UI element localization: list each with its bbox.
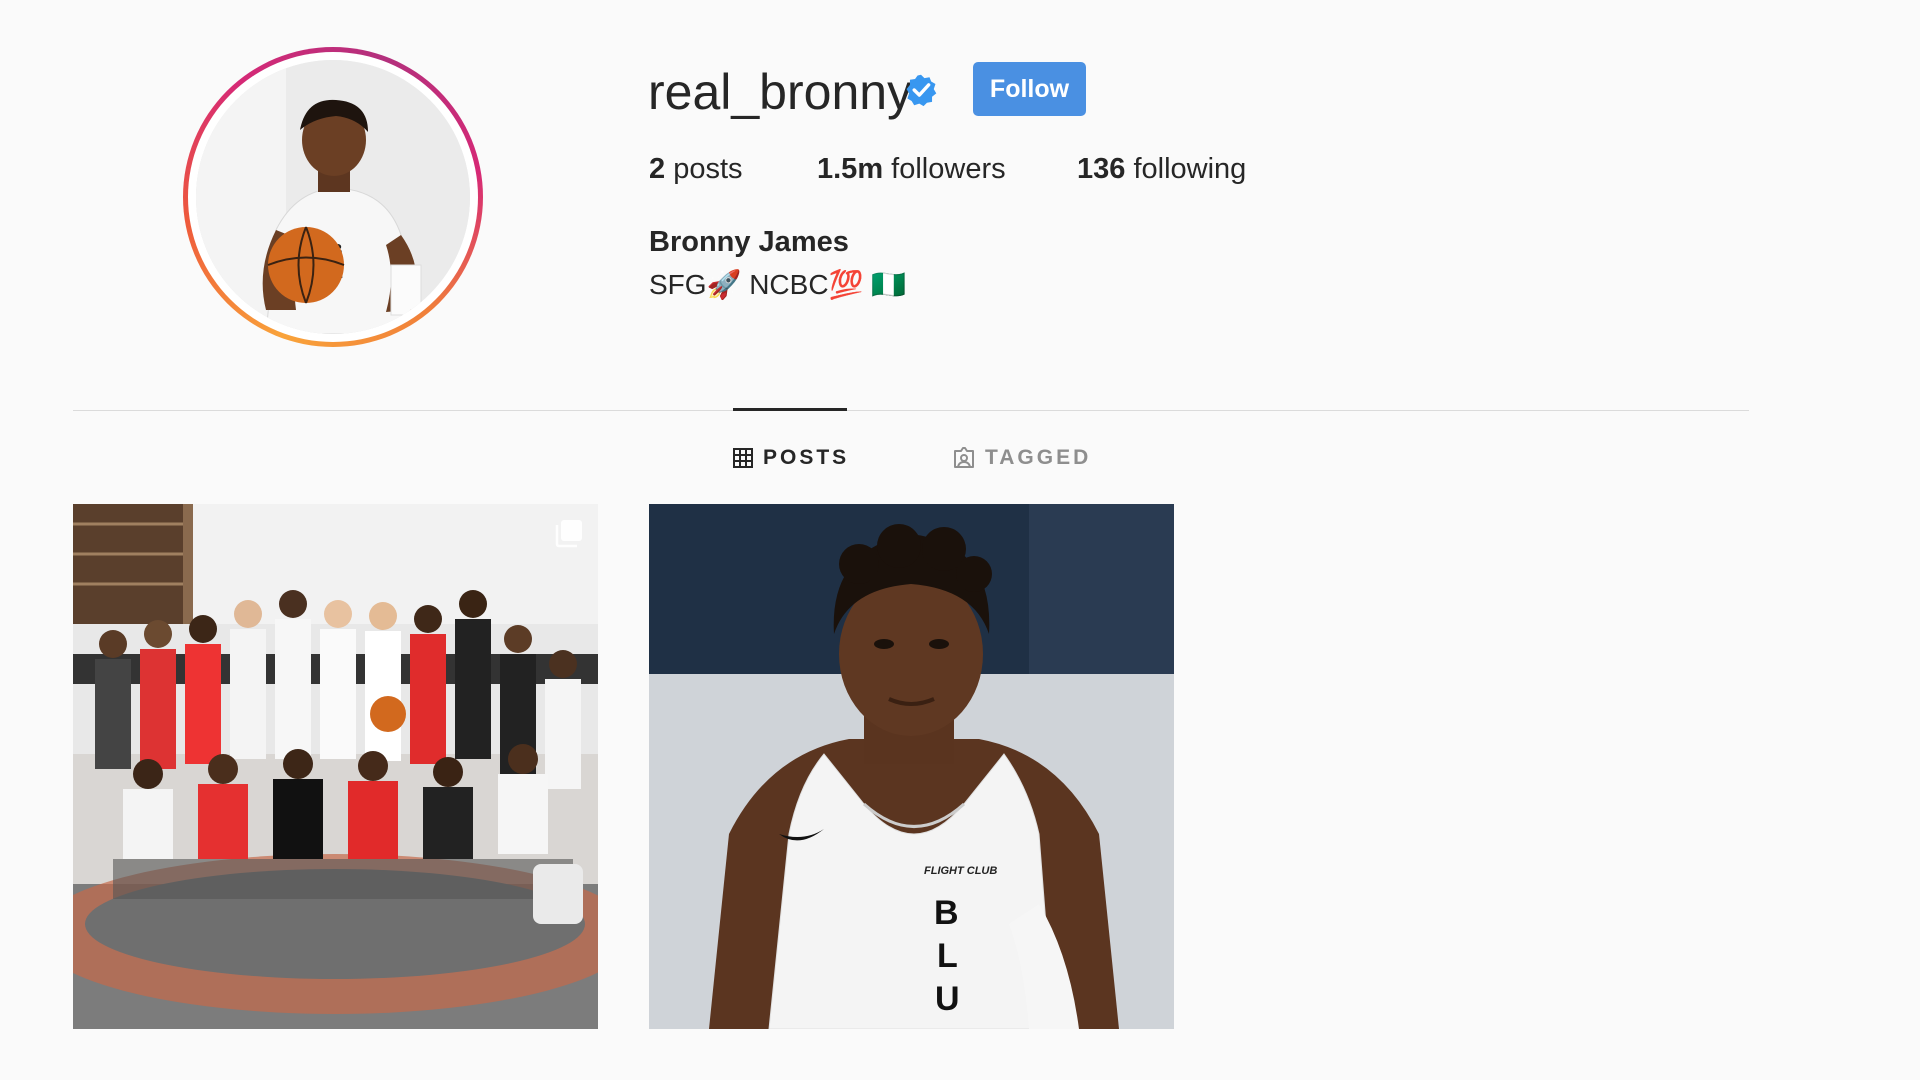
- post-photo-portrait: FLIGHT CLUB B L U: [649, 504, 1174, 1029]
- tagged-icon: [954, 447, 974, 468]
- profile-divider: [73, 410, 1749, 411]
- multiple-photos-icon: [555, 520, 582, 548]
- post-thumbnail[interactable]: [73, 504, 598, 1029]
- tab-tagged-label: TAGGED: [985, 446, 1092, 469]
- profile-username: real_bronny: [648, 64, 913, 120]
- followers-label: followers: [891, 153, 1006, 185]
- svg-text:L: L: [937, 937, 958, 975]
- profile-avatar-story-ring[interactable]: B L: [183, 47, 483, 347]
- svg-text:FLIGHT CLUB: FLIGHT CLUB: [924, 865, 997, 877]
- post-photo-team: [73, 504, 598, 1029]
- posts-count-stat: 2 posts: [649, 151, 743, 187]
- posts-count: 2: [649, 153, 666, 185]
- tab-posts[interactable]: POSTS: [733, 441, 849, 475]
- profile-bio: SFG🚀 NCBC💯 🇳🇬: [649, 269, 907, 300]
- tab-tagged[interactable]: TAGGED: [953, 441, 1091, 475]
- verified-badge-icon: [906, 74, 937, 107]
- svg-text:U: U: [935, 980, 960, 1018]
- followers-link[interactable]: 1.5m followers: [817, 151, 1006, 187]
- avatar-photo-image: B L: [196, 60, 470, 334]
- followers-count: 1.5m: [817, 153, 884, 185]
- profile-full-name: Bronny James: [649, 226, 849, 258]
- following-label: following: [1133, 153, 1247, 185]
- follow-button[interactable]: Follow: [973, 62, 1086, 116]
- active-tab-indicator: [733, 408, 847, 411]
- post-thumbnail[interactable]: FLIGHT CLUB B L U: [649, 504, 1174, 1029]
- svg-text:B: B: [934, 894, 959, 932]
- grid-icon: [733, 448, 753, 468]
- posts-count-label: posts: [673, 153, 743, 185]
- following-count: 136: [1077, 153, 1126, 185]
- tab-posts-label: POSTS: [763, 446, 850, 469]
- profile-page: B L real_bronny Follow 2 posts 1.5m foll…: [0, 0, 1920, 1080]
- avatar: B L: [196, 60, 470, 334]
- following-link[interactable]: 136 following: [1077, 151, 1246, 187]
